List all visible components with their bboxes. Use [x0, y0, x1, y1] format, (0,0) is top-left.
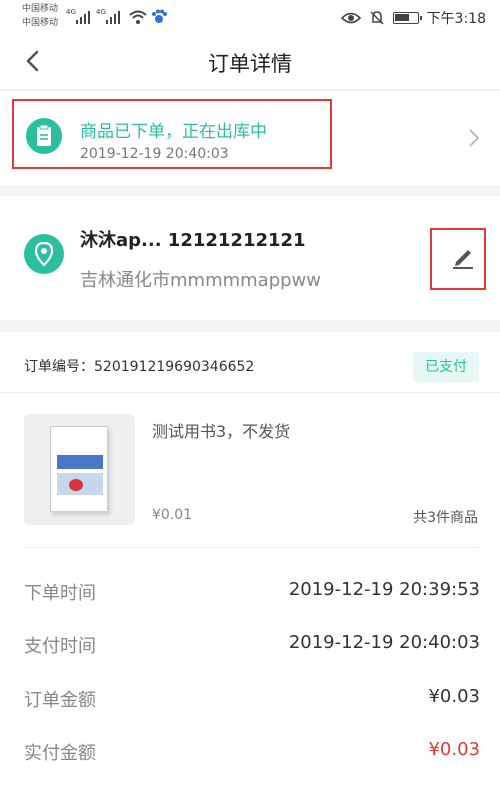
detail-value: 2019-12-19 20:40:03 [288, 632, 480, 653]
book-cover-image [50, 426, 108, 512]
detail-value: 2019-12-19 20:39:53 [288, 579, 480, 600]
page-title: 订单详情 [208, 52, 292, 76]
chevron-right-icon[interactable] [466, 127, 482, 149]
recipient-name-phone: 沐沐ap... 12121212121 [80, 230, 306, 251]
status-badge: 已支付 [413, 352, 479, 382]
svg-text:4G: 4G [96, 8, 106, 16]
carrier-label-2: 中国移动 [22, 18, 59, 28]
carrier-label-1: 中国移动 [22, 4, 59, 14]
mute-bell-icon [370, 11, 384, 25]
nav-bar: 订单详情 [0, 34, 500, 90]
order-number-value: 520191219690346652 [94, 359, 255, 375]
order-status-card[interactable]: 商品已下单，正在出库中 2019-12-19 20:40:03 [0, 91, 500, 185]
battery-icon [392, 12, 422, 24]
product-title[interactable]: 测试用书3，不发货 [152, 418, 290, 442]
detail-row-paid-amount: 实付金额 ¥0.03 [24, 739, 480, 769]
signal-icon-2: 4G [96, 8, 120, 24]
detail-row-order-amount: 订单金额 ¥0.03 [24, 686, 480, 716]
signal-icon: 4G [66, 8, 90, 24]
wifi-icon [129, 10, 147, 24]
order-status-title: 商品已下单，正在出库中 [80, 122, 267, 142]
status-time: 下午3:18 [426, 11, 486, 27]
baidu-paw-icon [152, 9, 167, 23]
order-card: 订单编号：520191219690346652 已支付 测试用书3，不发货 ¥0… [0, 332, 500, 794]
order-number: 订单编号：520191219690346652 [24, 356, 254, 376]
divider [0, 392, 500, 393]
detail-value: ¥0.03 [428, 686, 480, 707]
svg-text:4G: 4G [66, 8, 76, 16]
eye-icon [340, 12, 361, 24]
clipboard-icon [26, 118, 62, 154]
detail-row-order-time: 下单时间 2019-12-19 20:39:53 [24, 579, 480, 609]
address-card: 沐沐ap... 12121212121 吉林通化市mmmmmappww [0, 196, 500, 320]
product-count: 共3件商品 [413, 510, 478, 526]
order-status-time: 2019-12-19 20:40:03 [80, 146, 229, 162]
address-detail: 吉林通化市mmmmmappww [80, 270, 321, 291]
product-thumbnail[interactable] [24, 414, 135, 525]
detail-label: 订单金额 [24, 690, 96, 711]
status-bar: 中国移动 中国移动 4G 4G 下午3:18 [0, 0, 500, 34]
divider [24, 547, 478, 548]
location-pin-icon [24, 234, 64, 274]
order-number-label: 订单编号： [24, 359, 94, 375]
paid-amount-value: ¥0.03 [428, 739, 480, 760]
detail-label: 下单时间 [24, 583, 96, 604]
detail-label: 实付金额 [24, 743, 96, 764]
edit-pencil-icon[interactable] [450, 244, 476, 270]
detail-row-pay-time: 支付时间 2019-12-19 20:40:03 [24, 632, 480, 662]
product-price: ¥0.01 [152, 507, 193, 523]
detail-label: 支付时间 [24, 636, 96, 657]
